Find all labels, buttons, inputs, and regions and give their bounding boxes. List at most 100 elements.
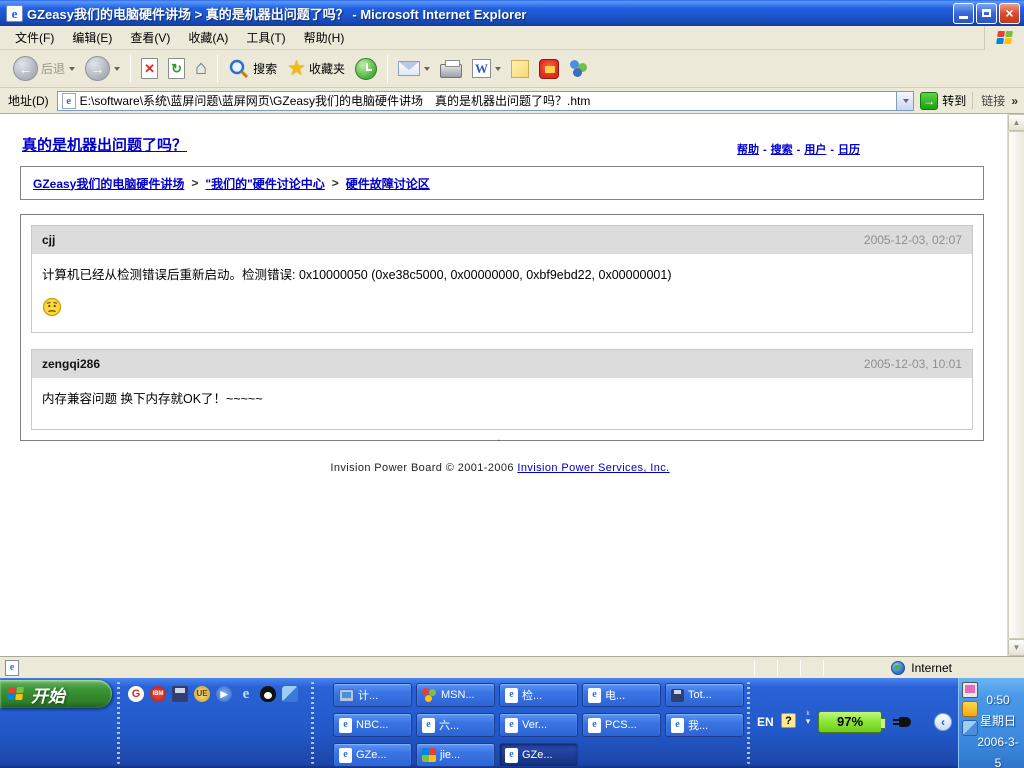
back-icon: ← (13, 56, 38, 81)
forward-dropdown-icon[interactable] (114, 67, 120, 71)
refresh-button[interactable]: ↻ (163, 56, 190, 81)
top-link-members[interactable]: 用户 (804, 144, 826, 156)
edit-with-word-button[interactable]: W (467, 57, 506, 80)
task-button-ie-5[interactable]: e Ver... (499, 713, 578, 737)
messenger-button[interactable] (564, 57, 594, 81)
top-link-separator: - (797, 144, 801, 156)
menu-item-favorites[interactable]: 收藏(A) (179, 26, 237, 49)
taskbar-divider-handle[interactable] (311, 682, 314, 764)
footer-company-link[interactable]: Invision Power Services, Inc. (517, 462, 669, 474)
start-button[interactable]: 开始 (0, 680, 112, 708)
menu-item-tools[interactable]: 工具(T) (237, 26, 294, 49)
mail-button[interactable] (393, 59, 435, 78)
home-button[interactable]: ⌂ (190, 55, 212, 82)
security-zone: Internet (891, 661, 952, 675)
minimize-button[interactable] (953, 3, 974, 24)
post-content: 计算机已经从检测错误后重新启动。检测错误: 0x10000050 (0xe38c… (42, 264, 962, 283)
top-link-separator: - (830, 144, 834, 156)
scroll-up-button[interactable]: ▲ (1008, 114, 1024, 131)
collapse-tray-button[interactable]: ‹ (934, 713, 952, 731)
printer-icon (440, 64, 462, 78)
menu-item-view[interactable]: 查看(V) (121, 26, 179, 49)
breadcrumb-forum-root[interactable]: GZeasy我们的电脑硬件讲场 (33, 175, 184, 192)
notes-button[interactable] (506, 58, 534, 80)
task-button-ie-1[interactable]: e 检... (499, 683, 578, 707)
task-button-ie-2[interactable]: e 电... (582, 683, 661, 707)
task-button-ie-8[interactable]: e GZe... (333, 743, 412, 767)
top-link-search[interactable]: 搜索 (771, 144, 793, 156)
zone-label: Internet (911, 661, 952, 675)
paint-app-icon (422, 748, 436, 762)
ie-page-icon: e (588, 718, 601, 733)
back-dropdown-icon[interactable] (69, 67, 75, 71)
breadcrumb-category[interactable]: "我们的"硬件讨论中心 (205, 175, 324, 192)
task-button-msn[interactable]: MSN... (416, 683, 495, 707)
task-button-my-computer[interactable]: 计... (333, 683, 412, 707)
power-plug-icon[interactable] (893, 714, 915, 730)
address-input[interactable] (80, 93, 897, 109)
edit-dropdown-icon[interactable] (495, 67, 501, 71)
footer-copyright: Invision Power Board © 2001-2006 (330, 462, 514, 474)
history-button[interactable] (350, 56, 382, 82)
ie-page-icon: e (339, 718, 352, 733)
taskbar-divider-handle[interactable] (747, 682, 750, 764)
post-author: cjj (42, 233, 55, 247)
ie-page-icon: e (505, 718, 518, 733)
back-button[interactable]: ← 后退 (8, 54, 80, 83)
floppy-icon[interactable] (172, 686, 188, 702)
top-link-help[interactable]: 帮助 (737, 144, 759, 156)
address-dropdown-button[interactable] (896, 92, 913, 110)
forward-button[interactable]: → (80, 54, 125, 83)
media-player-icon[interactable]: ▶ (216, 686, 232, 702)
breadcrumb: GZeasy我们的电脑硬件讲场 > "我们的"硬件讨论中心 > 硬件故障讨论区 (20, 166, 984, 200)
menu-item-help[interactable]: 帮助(H) (295, 26, 354, 49)
messenger-quicklaunch-icon[interactable] (282, 686, 298, 702)
breadcrumb-board[interactable]: 硬件故障讨论区 (346, 175, 430, 192)
stray-mark: . (497, 432, 500, 444)
language-indicator[interactable]: EN (757, 715, 774, 729)
ultraedit-icon[interactable]: UE (194, 686, 210, 702)
red-app-button[interactable] (534, 57, 564, 81)
favorites-button[interactable]: ★ 收藏夹 (282, 56, 350, 81)
ie-page-icon: e (422, 718, 435, 733)
battery-indicator[interactable]: 97% (818, 711, 882, 733)
taskbar: 开始 G IBM UE ▶ e 计... MSN... e 检... e 电..… (0, 678, 1024, 768)
task-button-ie-3[interactable]: e NBC... (333, 713, 412, 737)
close-button[interactable]: × (999, 3, 1020, 24)
qq-icon[interactable] (260, 686, 276, 702)
links-label[interactable]: 链接 (981, 92, 1005, 109)
post-body: 内存兼容问题 换下内存就OK了！~~~~~ (32, 378, 972, 429)
page-title-link[interactable]: 真的是机器出问题了吗？ (22, 134, 187, 155)
task-button-ie-6[interactable]: e PCS... (582, 713, 661, 737)
links-chevron[interactable]: » (1011, 94, 1018, 108)
vertical-scrollbar[interactable]: ▲ ▼ (1007, 114, 1024, 656)
go-button[interactable]: → 转到 (920, 92, 966, 110)
taskbar-divider-handle[interactable] (117, 682, 120, 764)
internet-globe-icon (891, 661, 905, 675)
task-label: 六... (439, 717, 459, 733)
windows-throbber-icon (984, 26, 1024, 50)
stop-button[interactable]: ✕ (136, 56, 163, 81)
scroll-down-button[interactable]: ▼ (1008, 639, 1024, 656)
ime-help-icon[interactable]: ? (781, 713, 796, 728)
flashget-icon[interactable]: G (128, 686, 144, 702)
mail-dropdown-icon[interactable] (424, 67, 430, 71)
ibm-icon[interactable]: IBM (150, 686, 166, 702)
task-button-ie-7[interactable]: e 我... (665, 713, 744, 737)
input-mode-icon[interactable]: ᵏ▾ (803, 711, 813, 725)
task-button-ie-4[interactable]: e 六... (416, 713, 495, 737)
restore-button[interactable] (976, 3, 997, 24)
ie-icon[interactable]: e (238, 686, 254, 702)
top-link-calendar[interactable]: 日历 (838, 144, 860, 156)
menu-item-edit[interactable]: 编辑(E) (63, 26, 121, 49)
search-button[interactable]: 搜索 (223, 56, 282, 82)
task-label: Ver... (522, 719, 547, 731)
toolbar-separator (387, 55, 388, 83)
scroll-thumb[interactable] (1008, 131, 1024, 639)
task-button-paint-app[interactable]: jie... (416, 743, 495, 767)
menu-item-file[interactable]: 文件(F) (6, 26, 63, 49)
task-button-total-commander[interactable]: Tot... (665, 683, 744, 707)
post-date: 2005-12-03, 10:01 (864, 357, 962, 371)
task-button-ie-active[interactable]: e GZe... (499, 743, 578, 767)
print-button[interactable] (435, 57, 467, 80)
